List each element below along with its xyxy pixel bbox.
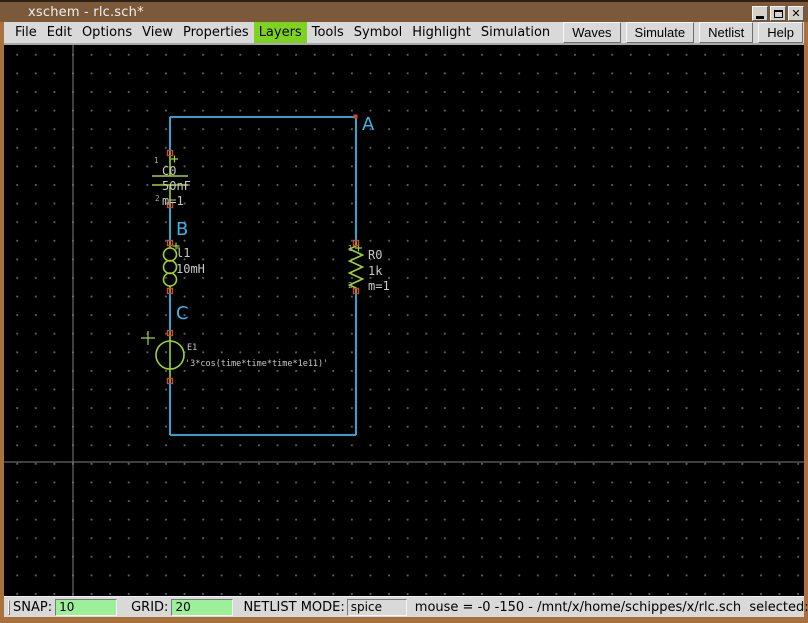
node-label-A[interactable]: A	[362, 114, 375, 135]
minimize-icon	[756, 16, 764, 19]
component-value: 50nF	[162, 179, 191, 193]
menu-options[interactable]: Options	[77, 22, 137, 43]
menu-layers[interactable]: Layers	[253, 22, 307, 43]
window-title: xschem - rlc.sch*	[28, 4, 144, 20]
component-ref: E1	[187, 343, 197, 353]
component-param: m=1	[368, 279, 390, 293]
schematic-canvas[interactable]: 1 2 C0 50nF m=1 l1 10mH E1 '3*cos(time*t…	[4, 45, 804, 596]
pin-number: 2	[155, 194, 160, 203]
component-value: 10mH	[176, 262, 205, 276]
help-button[interactable]: Help	[758, 22, 803, 43]
grid-input[interactable]	[171, 598, 234, 616]
netlist-button[interactable]: Netlist	[699, 22, 754, 43]
snap-input[interactable]	[55, 598, 118, 616]
minimize-button[interactable]	[752, 6, 768, 21]
wire-end-marker	[353, 114, 358, 119]
menu-highlight[interactable]: Highlight	[407, 22, 476, 43]
capacitor-C0[interactable]: 1 2 C0 50nF m=1	[152, 149, 191, 209]
menubar: File Edit Options View Properties Layers…	[4, 22, 804, 45]
close-icon: ✕	[791, 6, 801, 20]
resistor-R0[interactable]: 1 2 R0 1k m=1	[347, 239, 390, 295]
component-param: m=1	[162, 194, 184, 208]
component-ref: C0	[162, 164, 176, 178]
waves-button[interactable]: Waves	[563, 22, 621, 43]
plus-icon	[171, 155, 178, 163]
snap-label: SNAP:	[13, 599, 53, 615]
menu-symbol[interactable]: Symbol	[349, 22, 407, 43]
menu-edit[interactable]: Edit	[42, 22, 77, 43]
voltage-source-E1[interactable]: E1 '3*cos(time*time*time*1e11)'	[141, 329, 328, 385]
component-ref: R0	[368, 248, 382, 262]
menu-simulation[interactable]: Simulation	[476, 22, 555, 43]
pin-number: 1	[348, 244, 353, 253]
grid-label: GRID:	[131, 599, 169, 615]
window-controls: ✕	[752, 6, 804, 21]
schematic-svg[interactable]: 1 2 C0 50nF m=1 l1 10mH E1 '3*cos(time*t…	[4, 45, 804, 596]
node-label-C[interactable]: C	[176, 303, 189, 324]
menu-properties[interactable]: Properties	[178, 22, 254, 43]
netlist-mode-input[interactable]	[346, 598, 407, 616]
simulate-button[interactable]: Simulate	[625, 22, 695, 43]
close-button[interactable]: ✕	[788, 6, 804, 21]
menu-file[interactable]: File	[10, 22, 42, 43]
node-label-B[interactable]: B	[176, 219, 188, 240]
inductor-l1[interactable]: l1 10mH	[162, 239, 205, 295]
titlebar[interactable]: xschem - rlc.sch* ✕	[0, 0, 808, 22]
component-value: '3*cos(time*time*time*1e11)'	[185, 359, 328, 369]
plus-icon	[141, 331, 155, 345]
pin-number: 2	[348, 281, 353, 290]
menu-view[interactable]: View	[137, 22, 178, 43]
statusbar-info: mouse = -0 -150 - /mnt/x/home/schippes/x…	[414, 599, 808, 615]
maximize-icon	[773, 9, 783, 18]
component-ref: l1	[176, 246, 190, 260]
wires[interactable]	[169, 116, 357, 436]
pin-number: 1	[154, 156, 159, 165]
menu-tools[interactable]: Tools	[307, 22, 349, 43]
netlist-mode-label: NETLIST MODE:	[243, 599, 345, 615]
component-value: 1k	[368, 264, 383, 278]
statusbar-grip	[8, 599, 10, 615]
maximize-button[interactable]	[770, 6, 786, 21]
xschem-window: xschem - rlc.sch* ✕ File Edit Options Vi…	[0, 0, 808, 623]
statusbar: SNAP: GRID: NETLIST MODE: mouse = -0 -15…	[4, 596, 808, 617]
